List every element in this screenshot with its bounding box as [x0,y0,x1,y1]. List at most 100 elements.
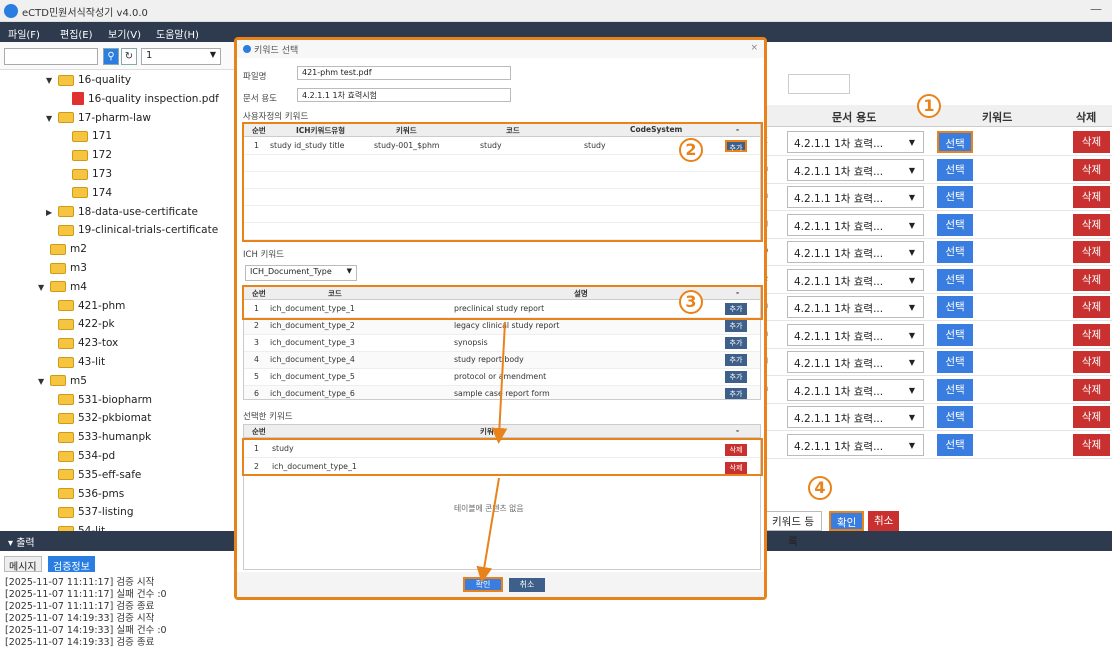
select-keyword-button[interactable]: 선택 [937,158,973,181]
purpose-select[interactable]: 4.2.1.1 1차 효력... ▼ [787,186,924,208]
close-icon[interactable]: × [750,43,758,53]
tree-node[interactable]: 171 [72,126,112,146]
delete-button[interactable]: 삭제 [1073,433,1110,456]
tree-node[interactable]: 16-quality inspection.pdf [72,89,219,109]
tree-node[interactable]: 533-humanpk [58,427,151,447]
menu-view[interactable]: 보기(V) [108,26,141,41]
select-keyword-button[interactable]: 선택 [937,406,973,428]
delete-button[interactable]: 삭제 [1073,131,1110,153]
tree-search-input[interactable] [4,48,98,65]
tree-node[interactable]: 422-pk [58,314,115,334]
confirm-button[interactable]: 확인 [829,511,865,531]
minimize-button[interactable]: — [1090,2,1102,16]
purpose-select[interactable]: 4.2.1.1 1차 효력... ▼ [787,213,924,236]
dialog-cancel-button[interactable]: 취소 [509,578,545,592]
keyword-register-button[interactable]: 키워드 등록 [764,511,822,548]
filename-field[interactable]: 421-phm test.pdf [297,66,511,80]
search-icon[interactable]: ⚲ [103,48,119,65]
add-button[interactable]: 추가 [725,388,747,399]
col-ich-type: ICH키워드유형 [296,126,346,135]
cancel-button[interactable]: 취소 [868,511,900,531]
select-keyword-button[interactable]: 선택 [937,268,973,291]
tree-node[interactable]: 536-pms [58,484,124,504]
tree-node[interactable]: ▼ m4 [38,277,87,297]
delete-button[interactable]: 삭제 [1073,296,1110,318]
delete-button[interactable]: 삭제 [1073,213,1110,236]
chevron-down-icon[interactable]: ▼ [46,71,56,91]
tree-node[interactable]: 535-eff-safe [58,465,141,485]
chevron-down-icon[interactable]: ▼ [38,278,48,298]
delete-button[interactable]: 삭제 [725,462,747,474]
add-button[interactable]: 추가 [725,303,747,315]
tree-node[interactable]: ▼ 16-quality [46,70,131,90]
tree-node[interactable]: m2 [50,239,87,259]
delete-button[interactable]: 삭제 [1073,186,1110,208]
add-button[interactable]: 추가 [725,371,747,383]
tree-node[interactable]: 173 [72,164,112,184]
tree-node[interactable]: ▼ 17-pharm-law [46,108,151,128]
folder-icon [72,168,88,180]
delete-button[interactable]: 삭제 [725,444,747,456]
purpose-select[interactable]: 4.2.1.1 1차 효력... ▼ [787,406,924,428]
tree-node[interactable]: 421-phm [58,296,125,316]
right-top-field[interactable] [788,74,850,94]
menu-file[interactable]: 파일(F) [8,26,40,41]
add-button[interactable]: 추가 [725,354,747,366]
tree-node[interactable]: ▼ m5 [38,371,87,391]
ich-type-select[interactable]: ICH_Document_Type ▼ [245,265,357,281]
dialog-ok-button[interactable]: 확인 [463,577,503,592]
tab-messages[interactable]: 메시지 [4,556,42,573]
delete-button[interactable]: 삭제 [1073,241,1110,263]
purpose-select[interactable]: 4.2.1.1 1차 효력... ▼ [787,296,924,318]
menu-edit[interactable]: 편집(E) [60,26,93,41]
purpose-select[interactable]: 4.2.1.1 1차 효력... ▼ [787,378,924,401]
add-button[interactable]: 추가 [725,320,747,332]
purpose-field[interactable]: 4.2.1.1 1차 효력시험 [297,88,511,102]
tree-node[interactable]: 537-listing [58,502,134,522]
tree-node[interactable]: 423-tox [58,333,118,353]
menu-help[interactable]: 도움말(H) [156,26,199,41]
chevron-down-icon[interactable]: ▼ [46,109,56,129]
chevron-down-icon[interactable]: ▼ [38,372,48,392]
purpose-select[interactable]: 4.2.1.1 1차 효력... ▼ [787,241,924,263]
purpose-select[interactable]: 4.2.1.1 1차 효력... ▼ [787,433,924,456]
select-keyword-button[interactable]: 선택 [937,351,973,373]
delete-button[interactable]: 삭제 [1073,378,1110,401]
purpose-select[interactable]: 4.2.1.1 1차 효력... ▼ [787,131,924,153]
select-keyword-button[interactable]: 선택 [937,323,973,346]
select-keyword-button[interactable]: 선택 [937,433,973,456]
tree-node[interactable]: 43-lit [58,352,105,372]
tree-node[interactable]: 174 [72,183,112,203]
select-keyword-button[interactable]: 선택 [937,186,973,208]
tree-node[interactable]: 534-pd [58,446,115,466]
select-keyword-button[interactable]: 선택 [937,241,973,263]
page-select[interactable]: 1 ▼ [141,48,221,65]
delete-button[interactable]: 삭제 [1073,351,1110,373]
select-keyword-button[interactable]: 선택 [937,378,973,401]
tree-node[interactable]: ▶ 18-data-use-certificate [46,202,198,222]
empty-row [244,206,760,223]
add-button[interactable]: 추가 [725,337,747,349]
tree-node-label: m3 [70,262,87,274]
refresh-icon[interactable]: ↻ [121,48,137,65]
purpose-select[interactable]: 4.2.1.1 1차 효력... ▼ [787,268,924,291]
tab-validation[interactable]: 검증정보 [48,556,95,573]
add-button[interactable]: 추가 [725,140,747,152]
chevron-down-icon: ▼ [908,303,915,312]
select-keyword-button[interactable]: 선택 [937,131,973,153]
delete-button[interactable]: 삭제 [1073,158,1110,181]
tree-node[interactable]: 19-clinical-trials-certificate [58,220,218,240]
delete-button[interactable]: 삭제 [1073,323,1110,346]
purpose-select[interactable]: 4.2.1.1 1차 효력... ▼ [787,351,924,373]
select-keyword-button[interactable]: 선택 [937,213,973,236]
delete-button[interactable]: 삭제 [1073,406,1110,428]
select-keyword-button[interactable]: 선택 [937,296,973,318]
purpose-select[interactable]: 4.2.1.1 1차 효력... ▼ [787,323,924,346]
tree-node[interactable]: m3 [50,258,87,278]
delete-button[interactable]: 삭제 [1073,268,1110,291]
tree-node[interactable]: 532-pkbiomat [58,408,151,428]
tree-node[interactable]: 172 [72,145,112,165]
tree-node[interactable]: 531-biopharm [58,390,152,410]
chevron-right-icon[interactable]: ▶ [46,203,56,223]
purpose-select[interactable]: 4.2.1.1 1차 효력... ▼ [787,158,924,181]
